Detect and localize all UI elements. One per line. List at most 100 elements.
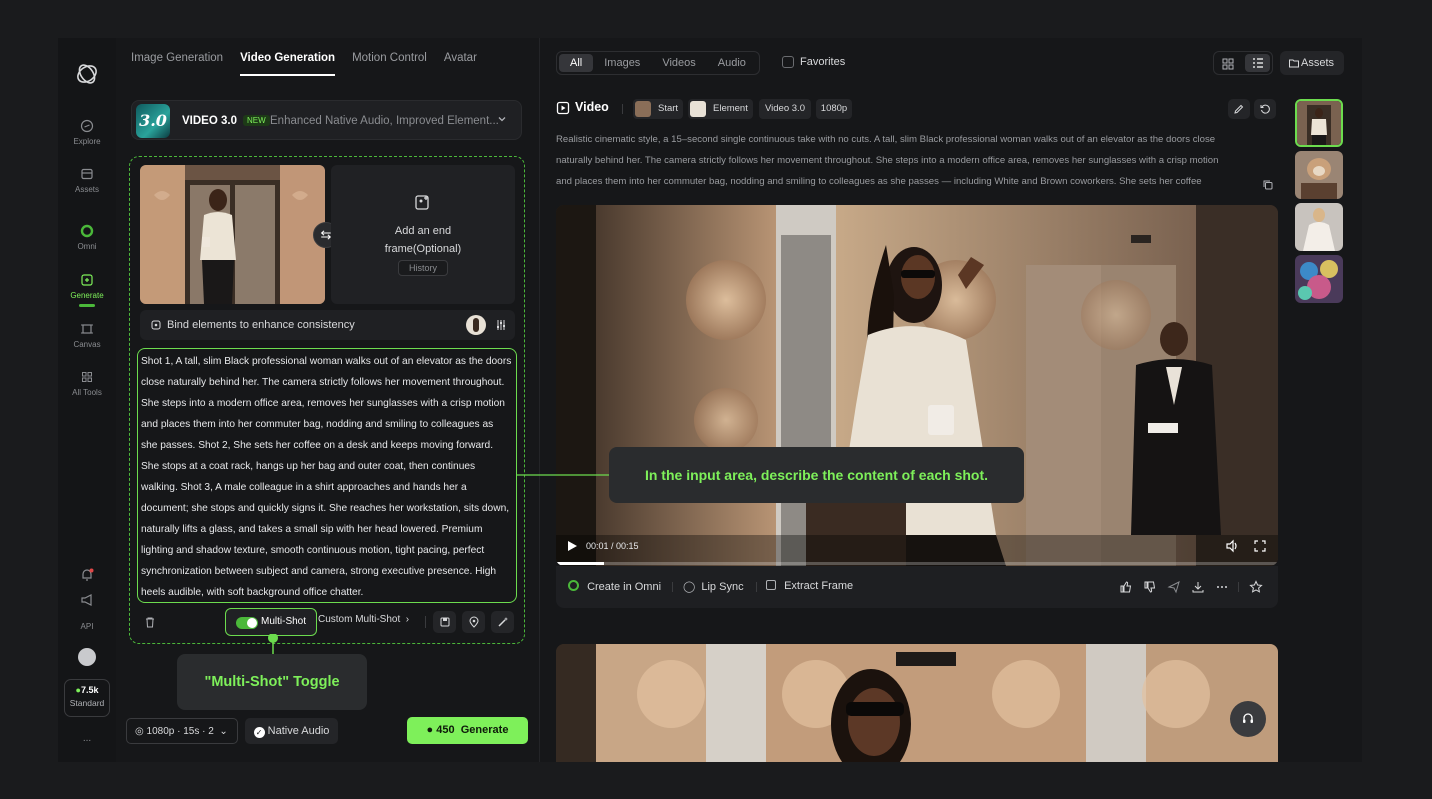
model-description: Enhanced Native Audio, Improved Element.… <box>270 115 499 127</box>
list-view-button[interactable] <box>1245 54 1270 72</box>
filter-audio[interactable]: Audio <box>707 54 757 72</box>
sliders-icon[interactable] <box>495 319 507 331</box>
sidebar-label: Explore <box>73 137 101 146</box>
play-icon[interactable] <box>566 540 578 552</box>
sidebar-item-omni[interactable]: Omni <box>58 223 116 251</box>
magic-button[interactable] <box>491 611 514 633</box>
custom-multi-shot-button[interactable]: Custom Multi-Shot › <box>318 614 409 625</box>
description-line: Realistic cinematic style, a 15–second s… <box>556 134 1216 145</box>
regenerate-button[interactable] <box>1254 99 1276 119</box>
tab-motion-control[interactable]: Motion Control <box>352 52 427 76</box>
separator <box>425 616 426 628</box>
app-window: Explore Assets Omni Generate Canvas All … <box>58 38 1362 762</box>
native-audio-label: Native Audio <box>267 725 330 737</box>
save-icon <box>440 617 449 627</box>
history-thumb-2[interactable] <box>1295 151 1343 199</box>
progress-fill <box>556 562 605 565</box>
folder-icon <box>1289 59 1299 68</box>
filter-tabs: All Images Videos Audio <box>556 51 760 75</box>
bind-elements-row[interactable]: Bind elements to enhance consistency <box>140 310 515 340</box>
sidebar-item-generate[interactable]: Generate <box>58 272 116 307</box>
save-button[interactable] <box>433 611 456 633</box>
trash-icon[interactable] <box>144 616 156 628</box>
filter-videos[interactable]: Videos <box>651 54 706 72</box>
lips-icon: ◯ <box>683 581 696 593</box>
sidebar-item-all-tools[interactable]: All Tools <box>58 369 116 397</box>
toggle-switch[interactable] <box>236 617 258 629</box>
logo-icon[interactable] <box>75 62 99 86</box>
prompt-input[interactable]: Shot 1, A tall, slim Black professional … <box>137 348 517 603</box>
element-thumb[interactable] <box>466 315 486 335</box>
location-button[interactable] <box>462 611 485 633</box>
thumbs-down-icon[interactable] <box>1143 580 1157 594</box>
favorites-checkbox[interactable] <box>782 56 794 68</box>
refresh-icon <box>1260 104 1270 114</box>
create-in-omni-label: Create in Omni <box>587 581 662 593</box>
api-link[interactable]: API <box>58 622 116 631</box>
tab-avatar[interactable]: Avatar <box>444 52 477 76</box>
create-in-omni-button[interactable]: Create in Omni <box>568 580 661 593</box>
generate-button[interactable]: ● 450 Generate <box>407 717 528 744</box>
progress-track[interactable] <box>556 562 1278 565</box>
tag-element[interactable]: Element <box>688 99 753 119</box>
tab-video-generation[interactable]: Video Generation <box>240 52 336 76</box>
lip-sync-button[interactable]: ◯ Lip Sync <box>683 580 744 593</box>
model-select[interactable]: 3.0 VIDEO 3.0 NEW Enhanced Native Audio,… <box>131 100 522 140</box>
copy-icon[interactable] <box>1262 179 1274 191</box>
settings-select[interactable]: ◎ 1080p · 15s · 2 ⌄ <box>126 718 238 744</box>
action-separator <box>1238 582 1239 592</box>
video-action-bar: Create in Omni ◯ Lip Sync Extract Frame <box>556 566 1278 608</box>
extract-frame-button[interactable]: Extract Frame <box>766 580 853 592</box>
credits-card[interactable]: ●7.5k Standard <box>64 679 110 717</box>
icon-rail: Explore Assets Omni Generate Canvas All … <box>58 38 116 762</box>
header-separator <box>622 104 623 114</box>
history-thumb-1[interactable] <box>1295 99 1343 147</box>
megaphone-icon[interactable] <box>79 592 95 608</box>
more-button[interactable]: ... <box>58 733 116 744</box>
history-thumbnails <box>1295 99 1343 304</box>
sidebar-label: Assets <box>74 185 99 194</box>
tag-start[interactable]: Start <box>633 99 683 119</box>
check-icon: ✓ <box>253 727 265 738</box>
sidebar-item-assets[interactable]: Assets <box>58 166 116 194</box>
list-view-icon <box>1252 58 1263 68</box>
avatar[interactable] <box>78 648 96 666</box>
chevron-down-icon: ⌄ <box>216 726 228 737</box>
thumbs-up-icon[interactable] <box>1119 580 1133 594</box>
tab-image-generation[interactable]: Image Generation <box>131 52 223 76</box>
more-icon[interactable] <box>1215 580 1229 594</box>
native-audio-toggle[interactable]: ✓ Native Audio <box>245 718 338 744</box>
edit-button[interactable] <box>1228 99 1250 119</box>
filter-images[interactable]: Images <box>593 54 651 72</box>
sidebar-item-explore[interactable]: Explore <box>58 118 116 146</box>
volume-icon[interactable] <box>1225 539 1239 553</box>
fullscreen-icon[interactable] <box>1253 539 1267 553</box>
download-icon[interactable] <box>1191 580 1205 594</box>
video-description: Realistic cinematic style, a 15–second s… <box>556 129 1276 192</box>
bell-icon[interactable] <box>79 567 95 583</box>
support-chat-button[interactable] <box>1230 701 1266 737</box>
history-thumb-4[interactable] <box>1295 255 1343 303</box>
video-player-secondary[interactable] <box>556 644 1278 762</box>
active-indicator <box>79 304 95 307</box>
multi-shot-toggle[interactable]: Multi-Shot <box>225 608 317 636</box>
assets-button[interactable]: Assets <box>1280 51 1344 75</box>
grid-view-icon[interactable] <box>1221 57 1235 71</box>
assets-label: Assets <box>1300 57 1334 69</box>
history-button[interactable]: History <box>398 260 448 276</box>
star-icon[interactable] <box>1249 580 1263 594</box>
wand-icon <box>497 617 508 627</box>
credits-value: 7.5k <box>80 685 99 695</box>
share-icon[interactable] <box>1167 580 1181 594</box>
favorites-label[interactable]: Favorites <box>800 56 845 68</box>
tag-resolution[interactable]: 1080p <box>816 99 852 119</box>
tag-model[interactable]: Video 3.0 <box>759 99 811 119</box>
history-thumb-3[interactable] <box>1295 203 1343 251</box>
filter-all[interactable]: All <box>559 54 594 72</box>
sidebar-item-canvas[interactable]: Canvas <box>58 321 116 349</box>
end-frame-upload[interactable]: Add an end frame(Optional) History <box>331 165 515 304</box>
start-frame-image[interactable] <box>140 165 325 304</box>
video-player[interactable]: 00:01 / 00:15 <box>556 205 1278 566</box>
add-image-icon <box>415 195 429 210</box>
chevron-down-icon <box>498 117 506 122</box>
